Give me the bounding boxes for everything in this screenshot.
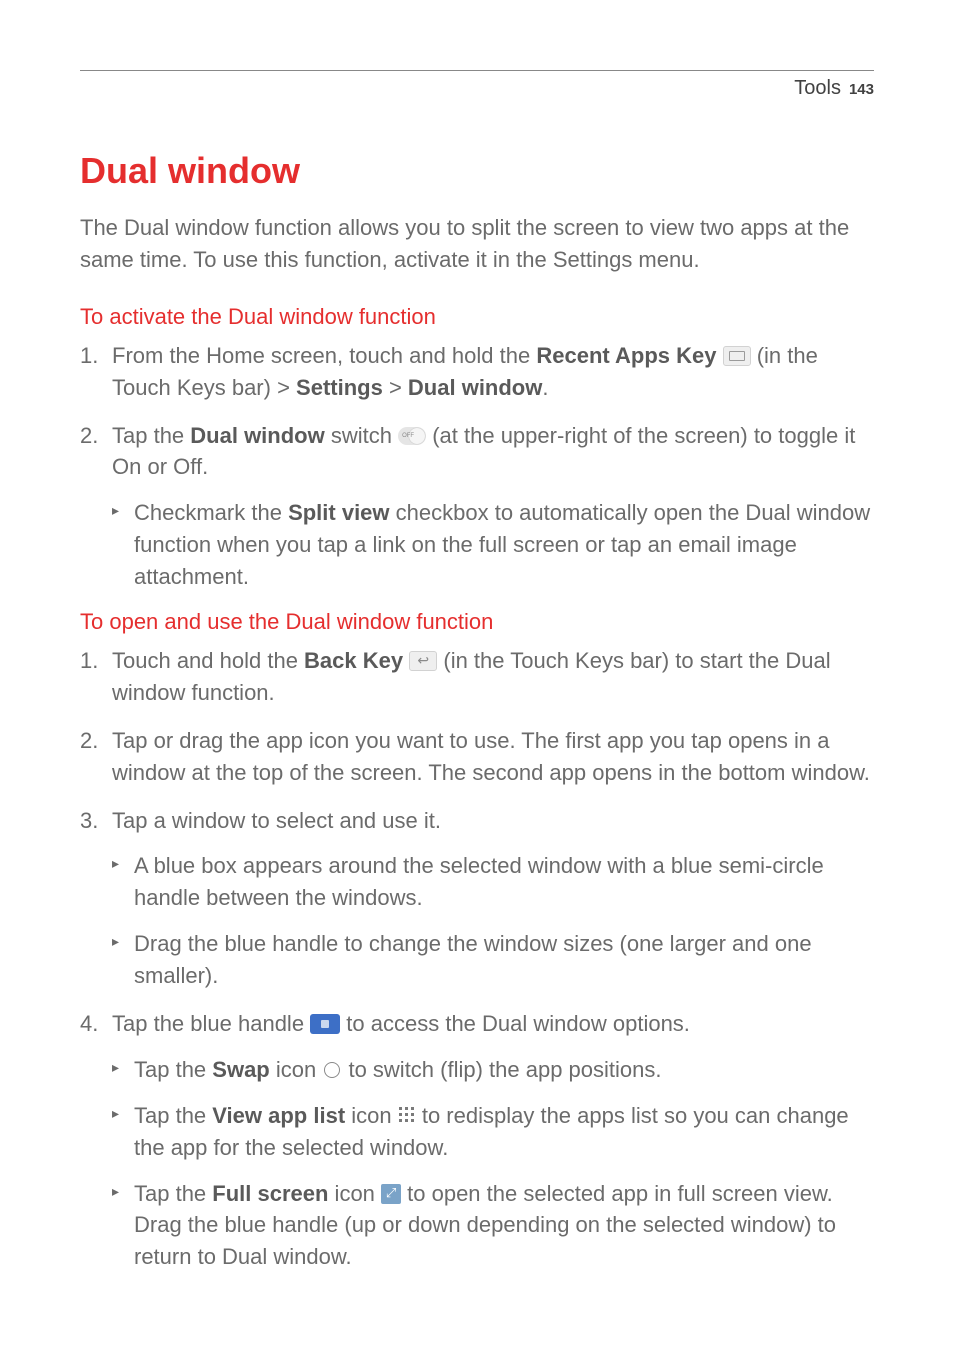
page-title: Dual window [80,150,874,192]
activate-step-2: 2. Tap the Dual window switch (at the up… [80,420,874,593]
header-page-number: 143 [849,81,874,98]
text: From the Home screen, touch and hold the [112,343,536,368]
step-number: 2. [80,420,98,452]
open-step-2: 2. Tap or drag the app icon you want to … [80,725,874,789]
bold-dual-window: Dual window [190,423,324,448]
bold-settings: Settings [296,375,383,400]
text: icon [345,1103,398,1128]
text: to access the Dual window options. [340,1011,690,1036]
bold-split-view: Split view [288,500,389,525]
step4-bullet-swap: Tap the Swap icon to switch (flip) the a… [112,1054,874,1086]
text: Tap the [134,1181,212,1206]
blue-handle-icon [310,1014,340,1034]
open-step-1: 1. Touch and hold the Back Key (in the T… [80,645,874,709]
activate-steps: 1. From the Home screen, touch and hold … [80,340,874,593]
activate-heading: To activate the Dual window function [80,304,874,330]
step3-bullet-bluebox: A blue box appears around the selected w… [112,850,874,914]
step-number: 3. [80,805,98,837]
open-step-4: 4. Tap the blue handle to access the Dua… [80,1008,874,1273]
text: icon [328,1181,381,1206]
text: Tap a window to select and use it. [112,808,441,833]
text: Tap or drag the app icon you want to use… [112,728,870,785]
step-number: 2. [80,725,98,757]
open-step-3: 3. Tap a window to select and use it. A … [80,805,874,992]
text: Touch and hold the [112,648,304,673]
step4-bullet-fullscreen: Tap the Full screen icon to open the sel… [112,1178,874,1274]
step3-bullet-drag: Drag the blue handle to change the windo… [112,928,874,992]
text: Tap the [134,1103,212,1128]
bold-recent-apps-key: Recent Apps Key [536,343,716,368]
open-heading: To open and use the Dual window function [80,609,874,635]
open-steps: 1. Touch and hold the Back Key (in the T… [80,645,874,1273]
step-number: 1. [80,340,98,372]
activate-bullet-splitview: Checkmark the Split view checkbox to aut… [112,497,874,593]
text: . [542,375,548,400]
text: icon [270,1057,323,1082]
recent-apps-key-icon [723,346,751,366]
text: Tap the [112,423,190,448]
text: > [383,375,408,400]
text: switch [325,423,398,448]
activate-step-1: 1. From the Home screen, touch and hold … [80,340,874,404]
swap-icon [322,1060,342,1080]
header-section: Tools [794,77,841,100]
step-number: 4. [80,1008,98,1040]
step4-bullet-viewapplist: Tap the View app list icon to redisplay … [112,1100,874,1164]
bold-back-key: Back Key [304,648,403,673]
bold-view-app-list: View app list [212,1103,345,1128]
step-number: 1. [80,645,98,677]
bold-dual-window: Dual window [408,375,542,400]
full-screen-icon [381,1184,401,1204]
page-header: Tools 143 [80,71,874,150]
step4-sublist: Tap the Swap icon to switch (flip) the a… [112,1054,874,1273]
bold-full-screen: Full screen [212,1181,328,1206]
page: Tools 143 Dual window The Dual window fu… [0,0,954,1329]
text: Checkmark the [134,500,288,525]
text: Drag the blue handle to change the windo… [134,931,812,988]
text: Tap the blue handle [112,1011,310,1036]
text: to switch (flip) the app positions. [342,1057,661,1082]
toggle-switch-icon [398,427,426,445]
back-key-icon [409,651,437,671]
bold-swap: Swap [212,1057,269,1082]
intro-paragraph: The Dual window function allows you to s… [80,212,874,276]
app-list-grid-icon [398,1106,416,1124]
activate-sublist: Checkmark the Split view checkbox to aut… [112,497,874,593]
step3-sublist: A blue box appears around the selected w… [112,850,874,992]
text: Tap the [134,1057,212,1082]
text: A blue box appears around the selected w… [134,853,824,910]
